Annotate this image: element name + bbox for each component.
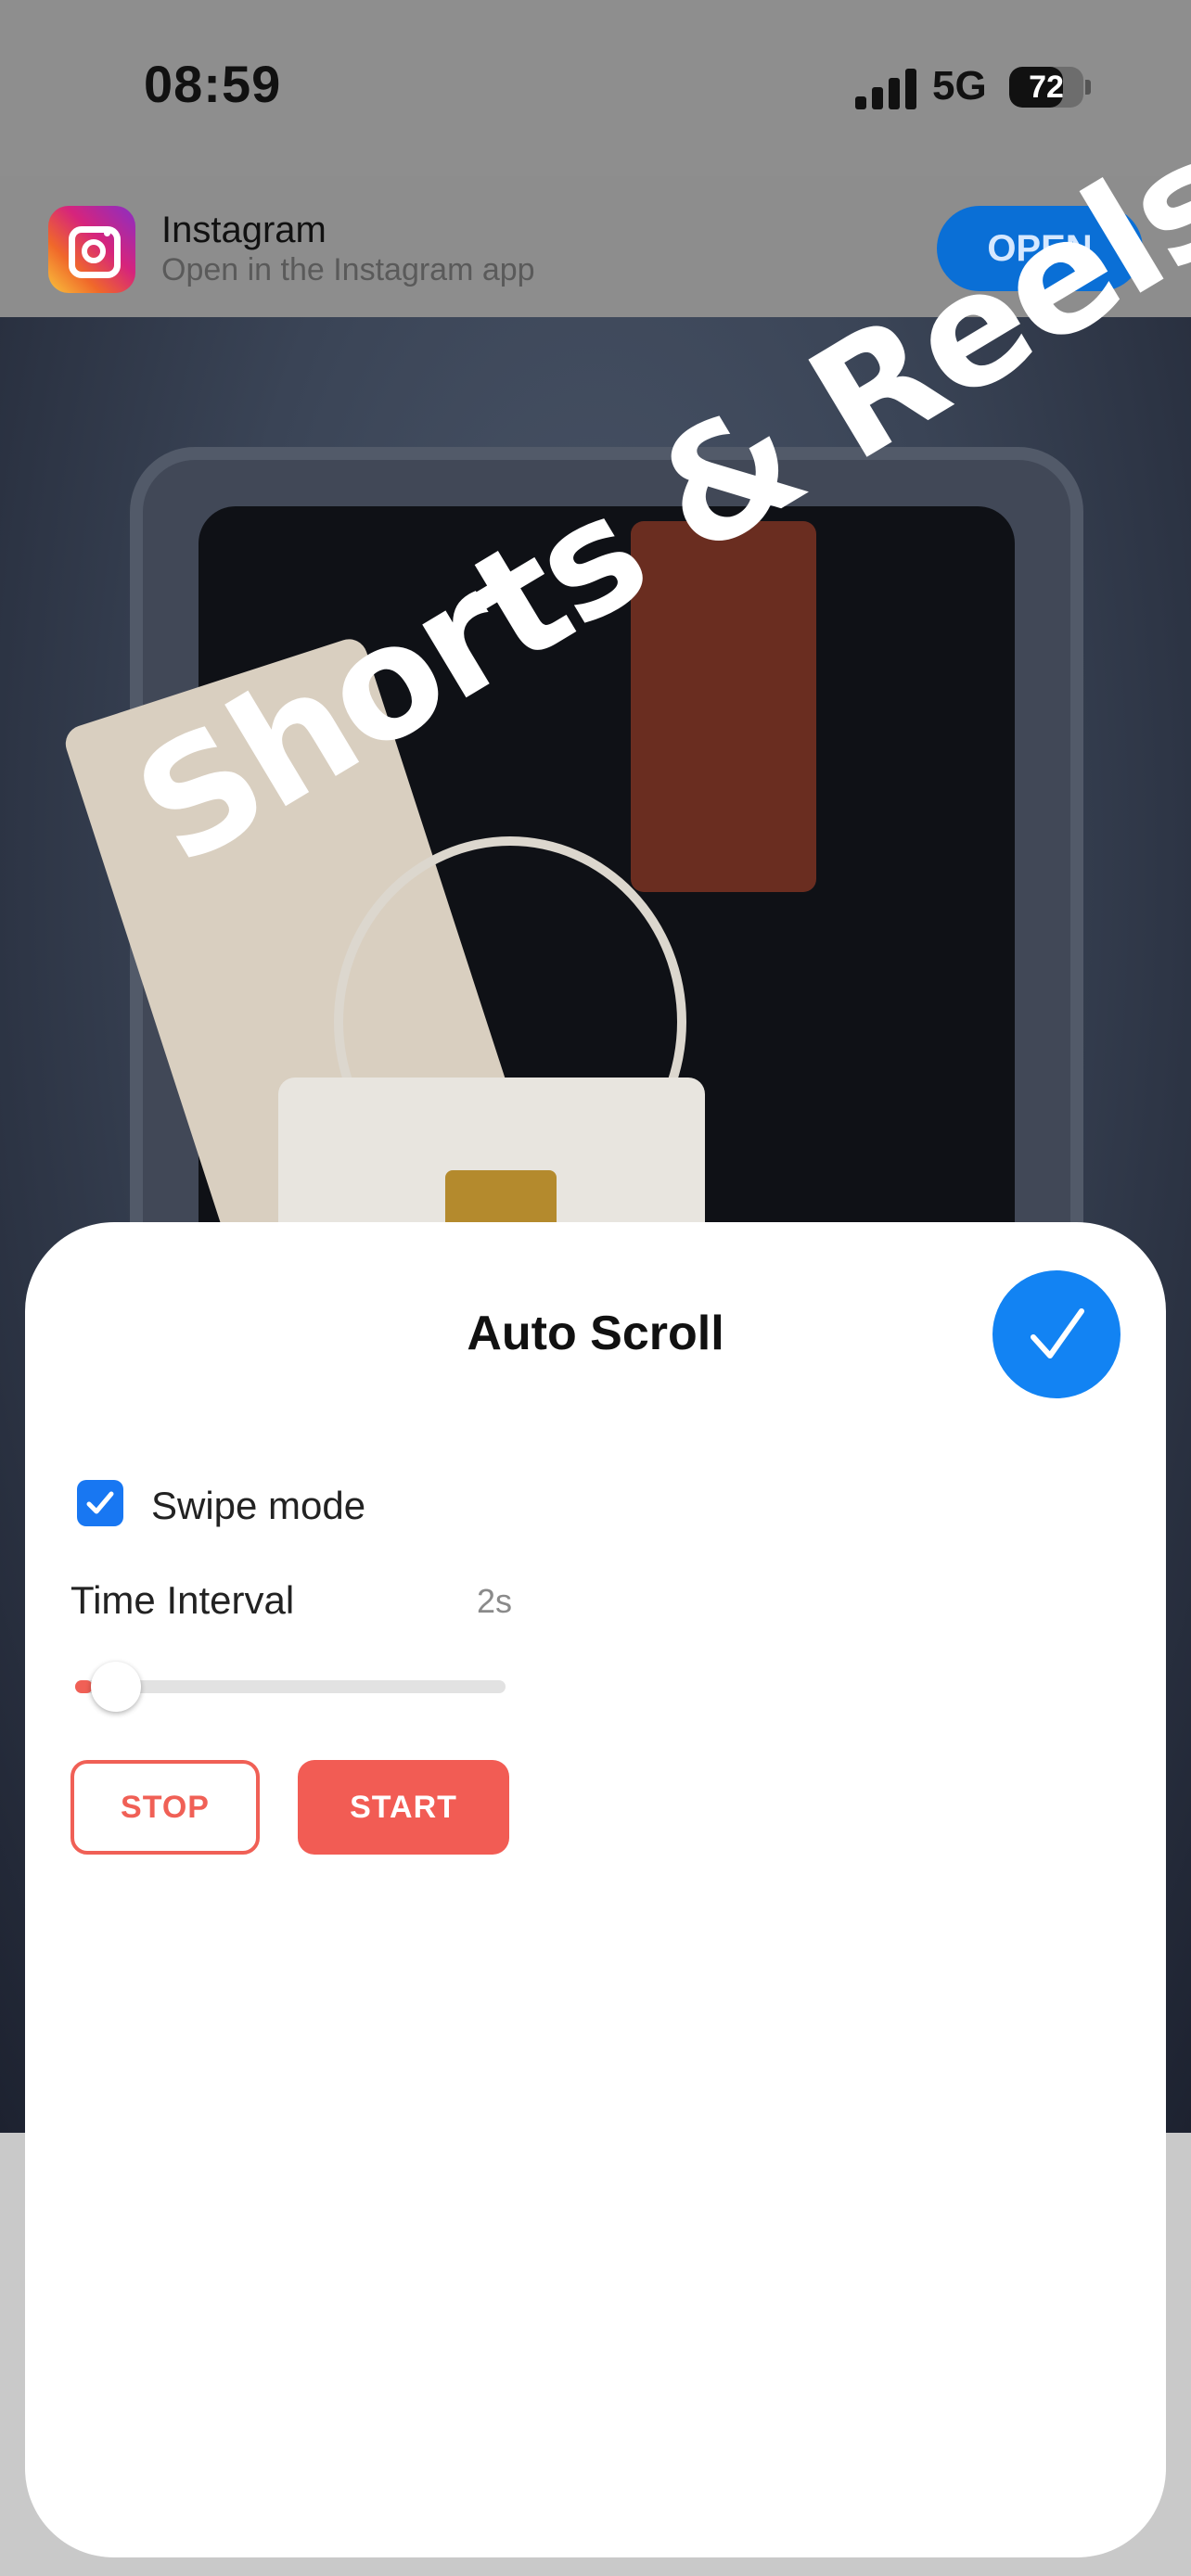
time-interval-slider[interactable] — [75, 1662, 506, 1712]
battery-tip — [1085, 80, 1091, 95]
status-time: 08:59 — [144, 55, 282, 113]
banner-subtitle: Open in the Instagram app — [161, 252, 535, 287]
auto-scroll-sheet: Auto Scroll Swipe mode Time Interval 2s … — [25, 1222, 1166, 2557]
start-button[interactable]: START — [298, 1760, 509, 1855]
network-type: 5G — [932, 63, 987, 108]
slider-thumb[interactable] — [90, 1662, 141, 1712]
checkmark-icon — [1031, 1308, 1084, 1358]
confirm-button[interactable] — [992, 1270, 1121, 1398]
checkmark-icon — [86, 1491, 114, 1514]
time-interval-value: 2s — [477, 1582, 513, 1620]
swipe-mode-label: Swipe mode — [151, 1484, 366, 1527]
swipe-mode-checkbox[interactable] — [77, 1480, 123, 1526]
status-bar: 08:59 5G 72 — [0, 0, 1191, 176]
banner-app-name: Instagram — [161, 210, 327, 250]
stop-button[interactable]: STOP — [70, 1760, 260, 1855]
time-interval-label: Time Interval — [70, 1578, 295, 1622]
battery-level: 72 — [1029, 70, 1064, 105]
instagram-logo-icon — [48, 206, 135, 293]
slider-fill — [75, 1680, 93, 1693]
cellular-signal-icon — [855, 67, 916, 109]
battery-icon: 72 — [1009, 67, 1083, 108]
